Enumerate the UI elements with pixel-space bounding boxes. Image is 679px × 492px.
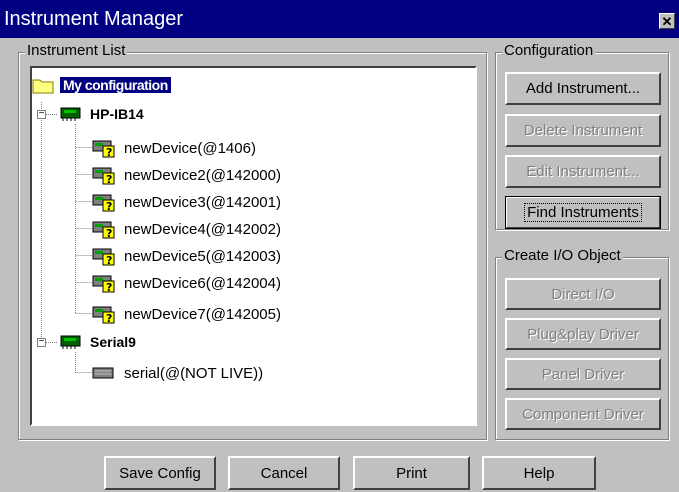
device-label: newDevice7(@142005): [124, 305, 281, 323]
bus-card-icon: [60, 107, 81, 121]
direct-io-button[interactable]: Direct I/O: [505, 278, 661, 310]
device-label: newDevice4(@142002): [124, 220, 281, 238]
print-label: Print: [396, 464, 427, 482]
save-config-button[interactable]: Save Config: [104, 456, 216, 490]
close-button[interactable]: ✕: [659, 13, 675, 29]
title-bar: Instrument Manager ✕: [0, 0, 679, 38]
svg-text:?: ?: [106, 173, 112, 185]
tree-device-item[interactable]: serial(@(NOT LIVE)): [92, 362, 263, 384]
bus-card-icon: [60, 335, 81, 349]
delete-instrument-button[interactable]: Delete Instrument: [505, 114, 661, 147]
instrument-tree[interactable]: My configuration − HP-IB14 ? newDevice(@…: [30, 66, 477, 426]
unknown-device-icon: ?: [92, 140, 115, 158]
tree-device-item[interactable]: ? newDevice4(@142002): [92, 218, 281, 240]
unknown-device-icon: ?: [92, 221, 115, 239]
add-instrument-label: Add Instrument...: [525, 80, 641, 97]
tree-device-item[interactable]: ? newDevice6(@142004): [92, 272, 281, 294]
tree-root-my-configuration[interactable]: My configuration: [32, 74, 171, 96]
tree-device-item[interactable]: ? newDevice7(@142005): [92, 303, 281, 325]
component-driver-label: Component Driver: [522, 405, 644, 423]
component-driver-button[interactable]: Component Driver: [505, 398, 661, 430]
unknown-device-icon: ?: [92, 167, 115, 185]
edit-instrument-label: Edit Instrument...: [526, 163, 640, 180]
device-label: newDevice6(@142004): [124, 274, 281, 292]
tree-root-label: My configuration: [60, 77, 171, 93]
help-button[interactable]: Help: [482, 456, 596, 490]
device-label: newDevice2(@142000): [124, 166, 281, 184]
tree-node-serial9[interactable]: Serial9: [60, 331, 136, 353]
print-button[interactable]: Print: [353, 456, 470, 490]
svg-text:?: ?: [106, 200, 112, 212]
panel-driver-button[interactable]: Panel Driver: [505, 358, 661, 390]
help-label: Help: [523, 464, 555, 482]
device-label: newDevice(@1406): [124, 139, 256, 157]
unknown-device-icon: ?: [92, 306, 115, 324]
serial-device-icon: [92, 367, 114, 379]
find-instruments-label: Find Instruments: [524, 203, 642, 222]
panel-driver-label: Panel Driver: [541, 365, 625, 383]
svg-text:?: ?: [106, 254, 112, 266]
find-instruments-button[interactable]: Find Instruments: [505, 196, 661, 229]
plug-and-play-driver-button[interactable]: Plug&play Driver: [505, 318, 661, 350]
window-title: Instrument Manager: [4, 7, 183, 30]
device-label: newDevice3(@142001): [124, 193, 281, 211]
folder-icon: [32, 79, 54, 94]
create-io-object-group-label: Create I/O Object: [502, 247, 623, 265]
tree-node-label: HP-IB14: [90, 106, 144, 122]
svg-text:?: ?: [106, 312, 112, 324]
instrument-list-group-label: Instrument List: [25, 42, 128, 60]
delete-instrument-label: Delete Instrument: [523, 122, 643, 139]
device-label: newDevice5(@142003): [124, 247, 281, 265]
cancel-button[interactable]: Cancel: [228, 456, 340, 490]
direct-io-label: Direct I/O: [551, 285, 615, 303]
plug-and-play-driver-label: Plug&play Driver: [527, 325, 639, 343]
collapse-serial9-toggle[interactable]: −: [37, 337, 46, 347]
tree-device-item[interactable]: ? newDevice(@1406): [92, 137, 256, 159]
svg-text:?: ?: [106, 281, 112, 293]
unknown-device-icon: ?: [92, 275, 115, 293]
unknown-device-icon: ?: [92, 248, 115, 266]
tree-node-hp-ib14[interactable]: HP-IB14: [60, 103, 144, 125]
add-instrument-button[interactable]: Add Instrument...: [505, 72, 661, 105]
unknown-device-icon: ?: [92, 194, 115, 212]
edit-instrument-button[interactable]: Edit Instrument...: [505, 155, 661, 188]
svg-text:?: ?: [106, 227, 112, 239]
device-label: serial(@(NOT LIVE)): [124, 364, 264, 382]
save-config-label: Save Config: [119, 464, 201, 482]
collapse-hp-ib14-toggle[interactable]: −: [37, 109, 46, 119]
tree-node-label: Serial9: [90, 334, 136, 350]
svg-text:?: ?: [106, 146, 112, 158]
tree-device-item[interactable]: ? newDevice5(@142003): [92, 245, 281, 267]
configuration-group-label: Configuration: [502, 42, 596, 60]
cancel-label: Cancel: [260, 464, 308, 482]
tree-device-item[interactable]: ? newDevice3(@142001): [92, 191, 281, 213]
tree-device-item[interactable]: ? newDevice2(@142000): [92, 164, 281, 186]
